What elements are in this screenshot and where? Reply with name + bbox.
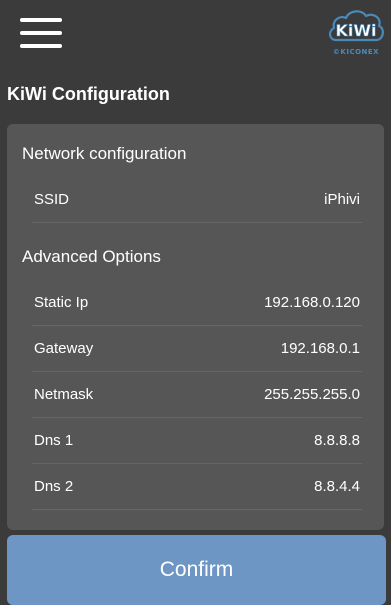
menu-icon-bar — [20, 18, 62, 22]
page-title: KiWi Configuration — [7, 84, 170, 104]
menu-icon-bar — [20, 31, 62, 35]
ssid-label: SSID — [34, 191, 70, 208]
dns2-row[interactable]: Dns 2 8.8.4.4 — [32, 464, 362, 510]
ssid-row[interactable]: SSID iPhivi — [32, 177, 362, 223]
kiwi-logo-text: KiWi — [335, 21, 376, 40]
static-ip-value: 192.168.0.120 — [264, 294, 360, 311]
kiwi-logo: KiWi ©KICONEX — [326, 6, 386, 58]
netmask-label: Netmask — [34, 386, 94, 403]
dns2-value: 8.8.4.4 — [314, 478, 360, 495]
gateway-row[interactable]: Gateway 192.168.0.1 — [32, 326, 362, 372]
menu-icon[interactable] — [20, 18, 62, 48]
dns1-row[interactable]: Dns 1 8.8.8.8 — [32, 418, 362, 464]
netmask-row[interactable]: Netmask 255.255.255.0 — [32, 372, 362, 418]
static-ip-label: Static Ip — [34, 294, 89, 311]
gateway-label: Gateway — [34, 340, 94, 357]
kiwi-logo-subtitle: ©KICONEX — [332, 48, 380, 56]
menu-icon-bar — [20, 44, 62, 48]
app-header: KiWi ©KICONEX — [0, 0, 391, 70]
static-ip-row[interactable]: Static Ip 192.168.0.120 — [32, 280, 362, 326]
kiwi-logo-cloud-icon: KiWi — [329, 10, 384, 42]
gateway-value: 192.168.0.1 — [280, 340, 360, 357]
advanced-section-title: Advanced Options — [22, 247, 161, 266]
dns1-label: Dns 1 — [34, 432, 74, 449]
network-section-title: Network configuration — [22, 144, 187, 163]
confirm-button[interactable]: Confirm — [7, 535, 386, 605]
ssid-value: iPhivi — [324, 191, 360, 208]
network-config-card: Network configuration SSID iPhivi Advanc… — [7, 124, 384, 530]
dns2-label: Dns 2 — [34, 478, 74, 495]
dns1-value: 8.8.8.8 — [314, 432, 360, 449]
netmask-value: 255.255.255.0 — [264, 386, 360, 403]
